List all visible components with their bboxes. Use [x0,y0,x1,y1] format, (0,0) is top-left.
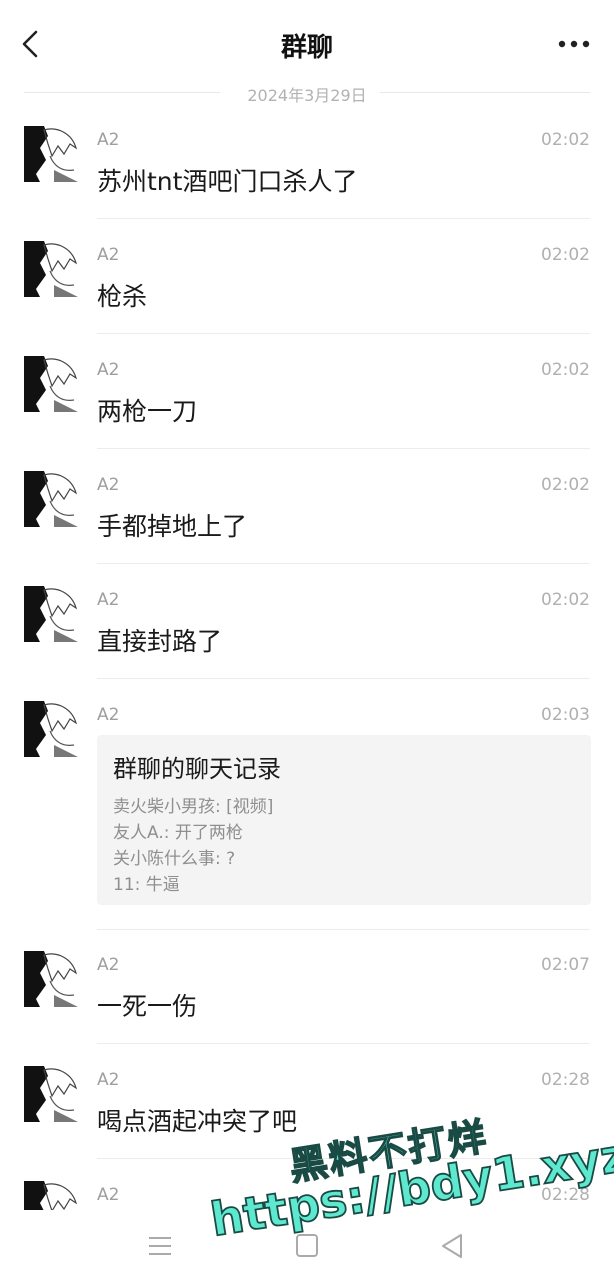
message-time: 02:02 [541,590,590,610]
system-nav-bar [0,1210,614,1280]
date-separator: 2024年3月29日 [24,80,590,105]
sender-name: A2 [97,1070,120,1090]
avatar[interactable] [24,241,80,297]
card-line: 友人A.: 开了两枪 [113,823,243,843]
divider [97,1043,590,1044]
message-text[interactable]: 一死一伤 [97,987,197,1023]
card-title: 群聊的聊天记录 [113,755,281,783]
divider [97,1158,590,1159]
message-time: 02:03 [541,705,590,725]
sender-name: A2 [97,475,120,495]
message-time: 02:28 [541,1185,590,1205]
message-text[interactable]: 苏州tnt酒吧门口杀人了 [97,162,357,198]
divider [97,333,590,334]
home-icon[interactable] [287,1228,327,1264]
sender-name: A2 [97,245,120,265]
avatar[interactable] [24,951,80,1007]
avatar[interactable] [24,126,80,182]
message-text[interactable]: 两枪一刀 [97,392,197,428]
top-bar: 群聊 [0,0,614,84]
avatar[interactable] [24,701,80,757]
chat-history-card[interactable]: 群聊的聊天记录 卖火柴小男孩: [视频] 友人A.: 开了两枪 关小陈什么事: … [97,735,591,905]
sender-name: A2 [97,590,120,610]
divider [97,448,590,449]
message-text[interactable]: 手都掉地上了 [97,507,247,543]
message-item: A2 02:07 一死一伤 [0,951,614,1066]
page-title: 群聊 [280,33,333,63]
message-text[interactable]: 直接封路了 [97,622,222,658]
back-triangle-icon[interactable] [432,1228,472,1264]
avatar[interactable] [24,471,80,527]
avatar[interactable] [24,356,80,412]
sender-name: A2 [97,955,120,975]
date-label: 2024年3月29日 [247,86,367,105]
message-item: A2 02:28 喝点酒起冲突了吧 [0,1066,614,1181]
divider [97,563,590,564]
sender-name: A2 [97,130,120,150]
message-time: 02:02 [541,245,590,265]
avatar[interactable] [24,1066,80,1122]
more-dots-icon[interactable] [554,26,594,62]
message-item: A2 02:02 直接封路了 [0,586,614,701]
message-item: A2 02:28 [0,1181,614,1211]
divider [97,929,590,930]
sender-name: A2 [97,1185,120,1205]
message-item: A2 02:02 两枪一刀 [0,356,614,471]
avatar[interactable] [24,1181,80,1211]
sender-name: A2 [97,360,120,380]
divider [97,678,590,679]
divider [97,218,590,219]
card-line: 关小陈什么事: ? [113,849,236,869]
message-time: 02:07 [541,955,590,975]
sender-name: A2 [97,705,120,725]
message-item: A2 02:02 苏州tnt酒吧门口杀人了 [0,126,614,241]
message-time: 02:02 [541,130,590,150]
message-time: 02:02 [541,360,590,380]
card-line: 卖火柴小男孩: [视频] [113,797,274,817]
message-text[interactable]: 枪杀 [97,277,147,313]
message-time: 02:02 [541,475,590,495]
message-item: A2 02:03 群聊的聊天记录 卖火柴小男孩: [视频] 友人A.: 开了两枪… [0,701,614,951]
message-text[interactable]: 喝点酒起冲突了吧 [97,1102,297,1138]
separator-line [380,92,590,93]
card-line: 11: 牛逼 [113,875,180,895]
message-item: A2 02:02 枪杀 [0,241,614,356]
message-item: A2 02:02 手都掉地上了 [0,471,614,586]
avatar[interactable] [24,586,80,642]
message-time: 02:28 [541,1070,590,1090]
menu-icon[interactable] [140,1228,180,1264]
